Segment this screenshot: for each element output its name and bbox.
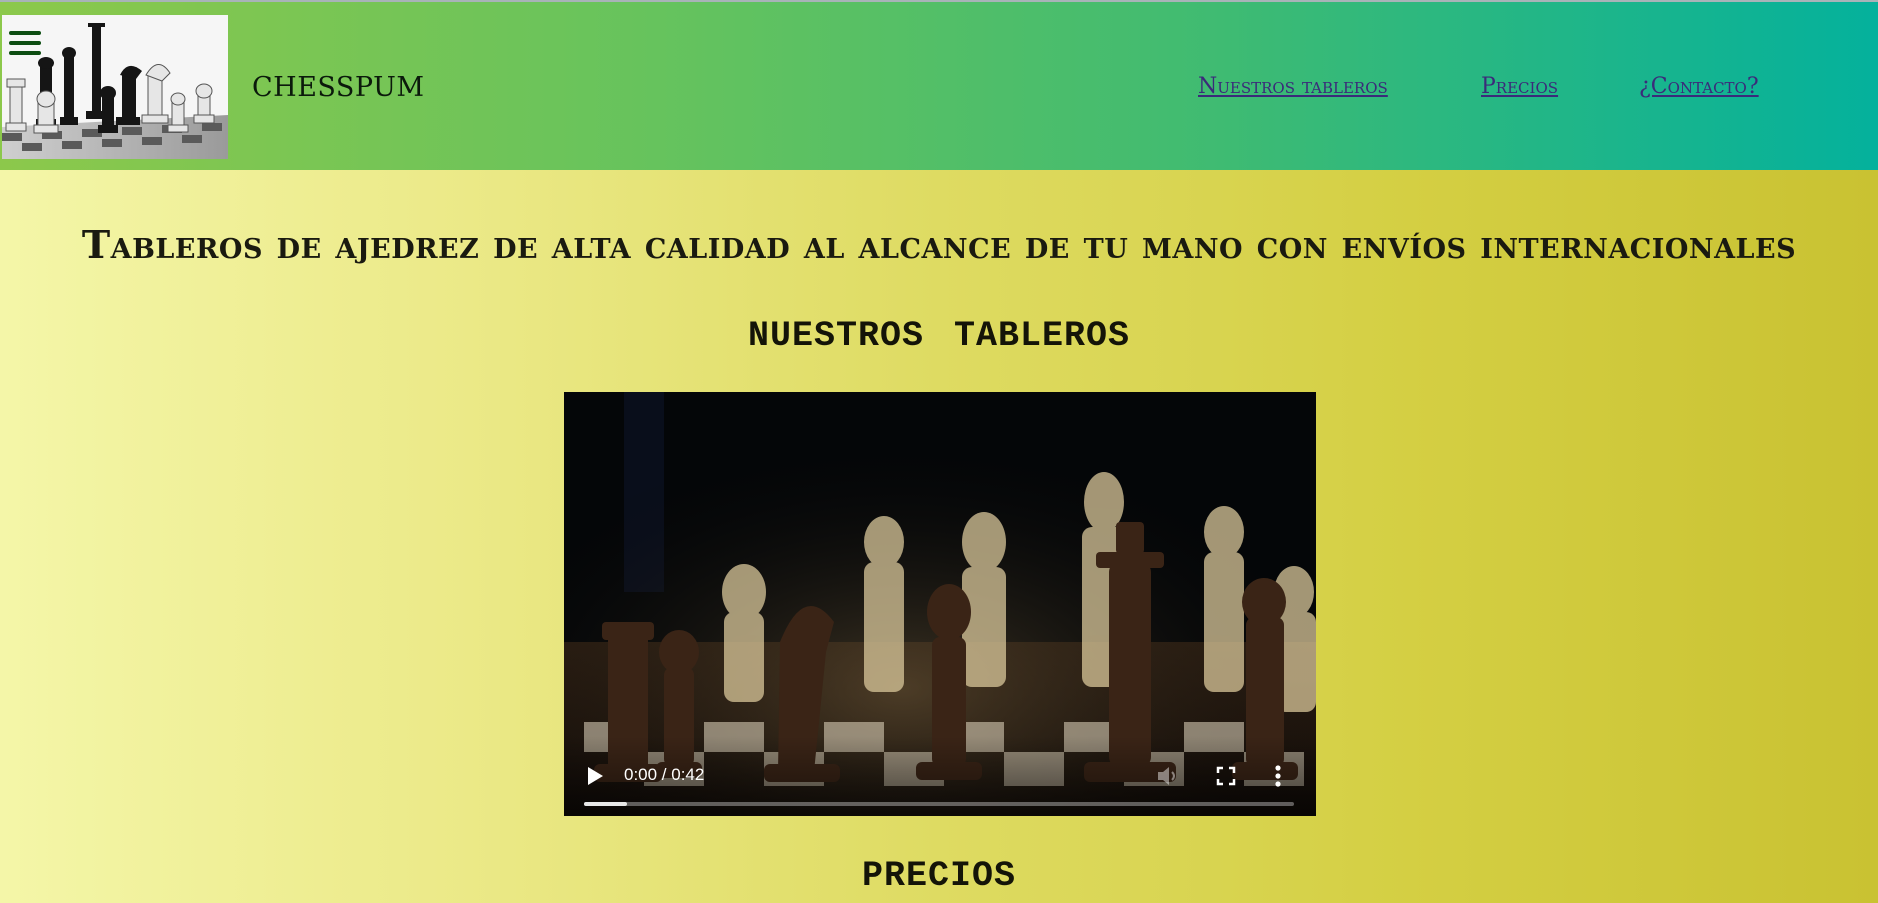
mute-icon[interactable] bbox=[1156, 765, 1180, 787]
section-title-prices: PRECIOS bbox=[861, 856, 1017, 896]
menu-line bbox=[9, 41, 41, 45]
nav-link-nuestros-tableros[interactable]: Nuestros tableros bbox=[1198, 74, 1388, 99]
section-title-boards: NUESTROS TABLEROS bbox=[747, 316, 1131, 356]
fullscreen-icon[interactable] bbox=[1216, 766, 1236, 786]
video-player[interactable]: 0:00 / 0:42 bbox=[564, 392, 1316, 816]
site-logo[interactable] bbox=[2, 15, 228, 159]
video-progress-bar[interactable] bbox=[584, 802, 1294, 806]
play-icon[interactable] bbox=[586, 766, 604, 786]
site-header: CHESSPUM Nuestros tableros Precios ¿Cont… bbox=[0, 2, 1878, 170]
video-time: 0:00 / 0:42 bbox=[624, 765, 705, 784]
menu-line bbox=[9, 51, 41, 55]
menu-line bbox=[9, 31, 41, 35]
video-progress-fill bbox=[584, 802, 627, 806]
brand-name[interactable]: CHESSPUM bbox=[252, 72, 425, 103]
nav-link-contacto[interactable]: ¿Contacto? bbox=[1639, 74, 1759, 99]
page-headline: Tableros de ajedrez de alta calidad al a… bbox=[81, 222, 1797, 267]
video-controls: 0:00 / 0:42 bbox=[564, 736, 1316, 816]
main-content: Tableros de ajedrez de alta calidad al a… bbox=[0, 170, 1878, 903]
nav-link-precios[interactable]: Precios bbox=[1481, 74, 1558, 99]
more-options-icon[interactable] bbox=[1273, 764, 1283, 788]
hamburger-menu-icon[interactable] bbox=[9, 31, 43, 59]
